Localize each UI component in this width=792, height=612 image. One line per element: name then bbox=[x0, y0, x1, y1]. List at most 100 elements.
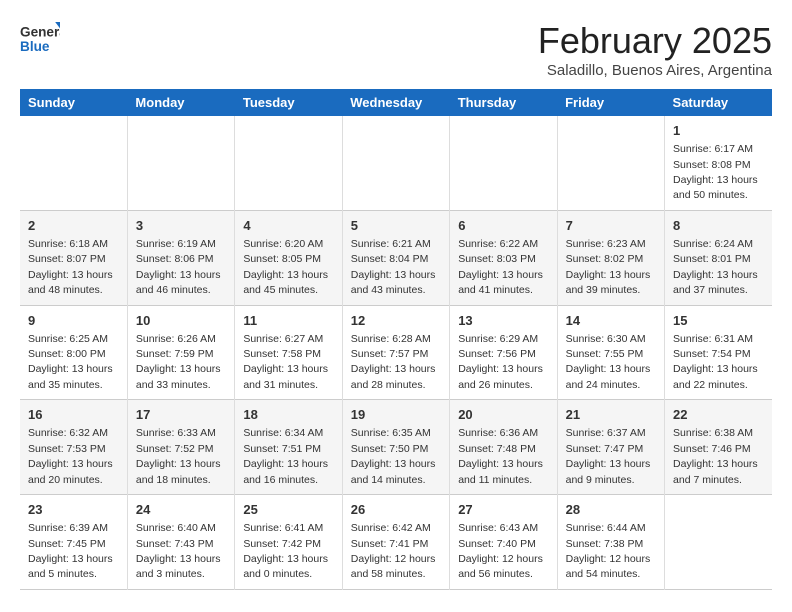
day-info: Sunrise: 6:32 AM Sunset: 7:53 PM Dayligh… bbox=[28, 427, 113, 485]
day-cell bbox=[342, 116, 449, 210]
col-header-saturday: Saturday bbox=[665, 89, 772, 116]
day-number: 21 bbox=[566, 406, 656, 424]
day-info: Sunrise: 6:25 AM Sunset: 8:00 PM Dayligh… bbox=[28, 333, 113, 391]
col-header-sunday: Sunday bbox=[20, 89, 127, 116]
day-info: Sunrise: 6:28 AM Sunset: 7:57 PM Dayligh… bbox=[351, 333, 436, 391]
day-info: Sunrise: 6:36 AM Sunset: 7:48 PM Dayligh… bbox=[458, 427, 543, 485]
svg-text:General: General bbox=[20, 24, 60, 39]
calendar-table: SundayMondayTuesdayWednesdayThursdayFrid… bbox=[20, 89, 772, 590]
day-info: Sunrise: 6:42 AM Sunset: 7:41 PM Dayligh… bbox=[351, 522, 436, 580]
day-cell: 19Sunrise: 6:35 AM Sunset: 7:50 PM Dayli… bbox=[342, 400, 449, 495]
day-cell: 24 Sunrise: 6:40 AM Sunset: 7:43 PM Dayli… bbox=[127, 495, 234, 590]
day-cell: 22 Sunrise: 6:38 AM Sunset: 7:46 PM Dayli… bbox=[665, 400, 772, 495]
day-number: 24 bbox=[136, 501, 226, 519]
day-cell: 5Sunrise: 6:21 AM Sunset: 8:04 PM Daylig… bbox=[342, 210, 449, 305]
day-cell: 26 Sunrise: 6:42 AM Sunset: 7:41 PM Dayli… bbox=[342, 495, 449, 590]
day-info: Sunrise: 6:22 AM Sunset: 8:03 PM Dayligh… bbox=[458, 238, 543, 296]
day-number: 16 bbox=[28, 406, 119, 424]
day-cell bbox=[665, 495, 772, 590]
day-number: 8 bbox=[673, 217, 764, 235]
day-info: Sunrise: 6:41 AM Sunset: 7:42 PM Dayligh… bbox=[243, 522, 328, 580]
day-number: 20 bbox=[458, 406, 548, 424]
day-info: Sunrise: 6:39 AM Sunset: 7:45 PM Dayligh… bbox=[28, 522, 113, 580]
col-header-tuesday: Tuesday bbox=[235, 89, 342, 116]
day-info: Sunrise: 6:34 AM Sunset: 7:51 PM Dayligh… bbox=[243, 427, 328, 485]
day-cell: 27 Sunrise: 6:43 AM Sunset: 7:40 PM Dayli… bbox=[450, 495, 557, 590]
day-number: 17 bbox=[136, 406, 226, 424]
day-number: 12 bbox=[351, 312, 441, 330]
day-cell: 3Sunrise: 6:19 AM Sunset: 8:06 PM Daylig… bbox=[127, 210, 234, 305]
day-number: 1 bbox=[673, 122, 764, 140]
day-number: 11 bbox=[243, 312, 333, 330]
day-number: 25 bbox=[243, 501, 333, 519]
day-number: 27 bbox=[458, 501, 548, 519]
day-info: Sunrise: 6:24 AM Sunset: 8:01 PM Dayligh… bbox=[673, 238, 758, 296]
col-header-wednesday: Wednesday bbox=[342, 89, 449, 116]
page-header: General Blue February 2025 Saladillo, Bu… bbox=[20, 20, 772, 79]
day-cell: 1 Sunrise: 6:17 AM Sunset: 8:08 PM Daylig… bbox=[665, 116, 772, 210]
day-info: Sunrise: 6:33 AM Sunset: 7:52 PM Dayligh… bbox=[136, 427, 221, 485]
day-number: 4 bbox=[243, 217, 333, 235]
day-cell: 8 Sunrise: 6:24 AM Sunset: 8:01 PM Daylig… bbox=[665, 210, 772, 305]
location-subtitle: Saladillo, Buenos Aires, Argentina bbox=[538, 62, 772, 79]
day-cell: 23 Sunrise: 6:39 AM Sunset: 7:45 PM Dayli… bbox=[20, 495, 127, 590]
day-cell: 14Sunrise: 6:30 AM Sunset: 7:55 PM Dayli… bbox=[557, 305, 664, 400]
day-number: 15 bbox=[673, 312, 764, 330]
day-info: Sunrise: 6:35 AM Sunset: 7:50 PM Dayligh… bbox=[351, 427, 436, 485]
day-number: 7 bbox=[566, 217, 656, 235]
day-cell: 9 Sunrise: 6:25 AM Sunset: 8:00 PM Daylig… bbox=[20, 305, 127, 400]
col-header-monday: Monday bbox=[127, 89, 234, 116]
day-cell: 2 Sunrise: 6:18 AM Sunset: 8:07 PM Daylig… bbox=[20, 210, 127, 305]
day-cell: 15 Sunrise: 6:31 AM Sunset: 7:54 PM Dayli… bbox=[665, 305, 772, 400]
day-cell: 17 Sunrise: 6:33 AM Sunset: 7:52 PM Dayli… bbox=[127, 400, 234, 495]
day-number: 28 bbox=[566, 501, 656, 519]
day-info: Sunrise: 6:37 AM Sunset: 7:47 PM Dayligh… bbox=[566, 427, 651, 485]
day-info: Sunrise: 6:19 AM Sunset: 8:06 PM Dayligh… bbox=[136, 238, 221, 296]
day-number: 23 bbox=[28, 501, 119, 519]
day-cell: 25 Sunrise: 6:41 AM Sunset: 7:42 PM Dayli… bbox=[235, 495, 342, 590]
day-number: 5 bbox=[351, 217, 441, 235]
day-cell: 13 Sunrise: 6:29 AM Sunset: 7:56 PM Dayli… bbox=[450, 305, 557, 400]
day-info: Sunrise: 6:27 AM Sunset: 7:58 PM Dayligh… bbox=[243, 333, 328, 391]
day-info: Sunrise: 6:23 AM Sunset: 8:02 PM Dayligh… bbox=[566, 238, 651, 296]
day-cell: 28Sunrise: 6:44 AM Sunset: 7:38 PM Dayli… bbox=[557, 495, 664, 590]
day-cell: 21 Sunrise: 6:37 AM Sunset: 7:47 PM Dayli… bbox=[557, 400, 664, 495]
logo: General Blue bbox=[20, 20, 60, 56]
day-info: Sunrise: 6:26 AM Sunset: 7:59 PM Dayligh… bbox=[136, 333, 221, 391]
day-cell: 18 Sunrise: 6:34 AM Sunset: 7:51 PM Dayli… bbox=[235, 400, 342, 495]
svg-text:Blue: Blue bbox=[20, 39, 50, 54]
day-cell bbox=[127, 116, 234, 210]
title-block: February 2025 Saladillo, Buenos Aires, A… bbox=[538, 20, 772, 79]
day-number: 13 bbox=[458, 312, 548, 330]
day-info: Sunrise: 6:17 AM Sunset: 8:08 PM Dayligh… bbox=[673, 143, 758, 201]
day-info: Sunrise: 6:43 AM Sunset: 7:40 PM Dayligh… bbox=[458, 522, 543, 580]
day-number: 2 bbox=[28, 217, 119, 235]
day-cell bbox=[235, 116, 342, 210]
day-number: 18 bbox=[243, 406, 333, 424]
day-number: 22 bbox=[673, 406, 764, 424]
day-cell: 7 Sunrise: 6:23 AM Sunset: 8:02 PM Daylig… bbox=[557, 210, 664, 305]
week-row-2: 2 Sunrise: 6:18 AM Sunset: 8:07 PM Daylig… bbox=[20, 210, 772, 305]
day-number: 9 bbox=[28, 312, 119, 330]
month-title: February 2025 bbox=[538, 20, 772, 62]
day-info: Sunrise: 6:40 AM Sunset: 7:43 PM Dayligh… bbox=[136, 522, 221, 580]
day-number: 26 bbox=[351, 501, 441, 519]
day-cell bbox=[20, 116, 127, 210]
day-cell: 16 Sunrise: 6:32 AM Sunset: 7:53 PM Dayli… bbox=[20, 400, 127, 495]
day-cell: 11 Sunrise: 6:27 AM Sunset: 7:58 PM Dayli… bbox=[235, 305, 342, 400]
logo-icon: General Blue bbox=[20, 20, 60, 56]
day-number: 10 bbox=[136, 312, 226, 330]
day-info: Sunrise: 6:38 AM Sunset: 7:46 PM Dayligh… bbox=[673, 427, 758, 485]
day-info: Sunrise: 6:20 AM Sunset: 8:05 PM Dayligh… bbox=[243, 238, 328, 296]
day-info: Sunrise: 6:18 AM Sunset: 8:07 PM Dayligh… bbox=[28, 238, 113, 296]
day-cell: 12 Sunrise: 6:28 AM Sunset: 7:57 PM Dayli… bbox=[342, 305, 449, 400]
week-row-4: 16 Sunrise: 6:32 AM Sunset: 7:53 PM Dayli… bbox=[20, 400, 772, 495]
day-number: 6 bbox=[458, 217, 548, 235]
col-header-friday: Friday bbox=[557, 89, 664, 116]
week-row-3: 9 Sunrise: 6:25 AM Sunset: 8:00 PM Daylig… bbox=[20, 305, 772, 400]
day-cell bbox=[557, 116, 664, 210]
week-row-5: 23 Sunrise: 6:39 AM Sunset: 7:45 PM Dayli… bbox=[20, 495, 772, 590]
day-info: Sunrise: 6:29 AM Sunset: 7:56 PM Dayligh… bbox=[458, 333, 543, 391]
day-info: Sunrise: 6:31 AM Sunset: 7:54 PM Dayligh… bbox=[673, 333, 758, 391]
day-cell: 10 Sunrise: 6:26 AM Sunset: 7:59 PM Dayli… bbox=[127, 305, 234, 400]
